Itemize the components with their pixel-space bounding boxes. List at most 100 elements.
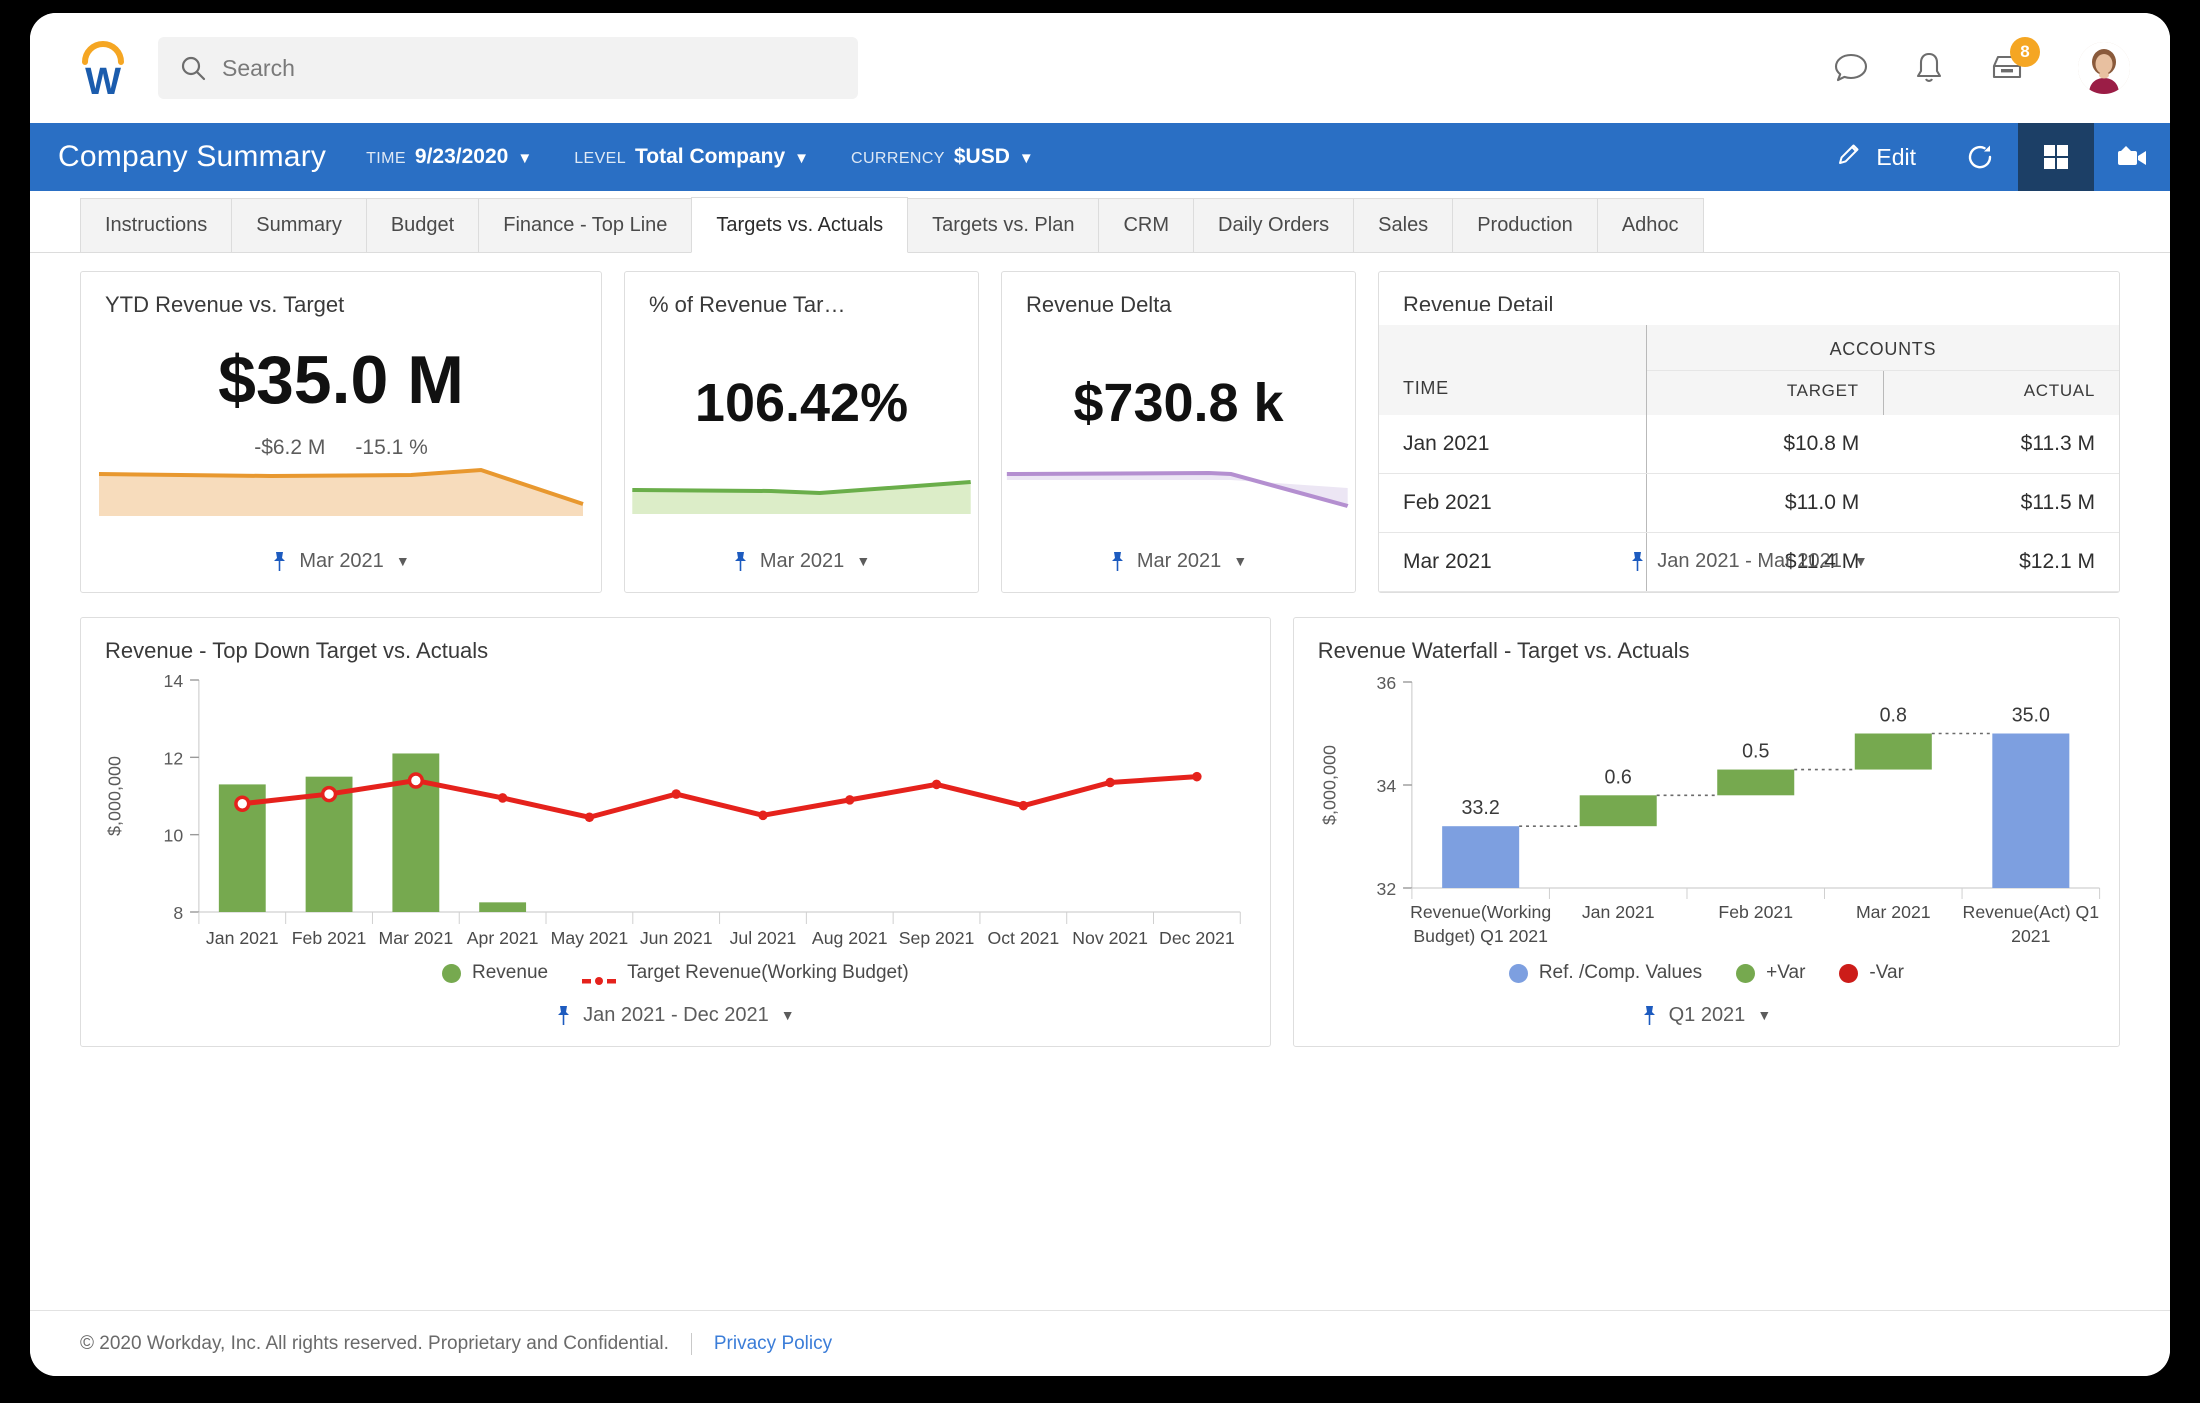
card-revenue-detail: Revenue Detail TIME ACCOUNTS TARGET ACTU… xyxy=(1378,271,2120,593)
tab-daily-orders[interactable]: Daily Orders xyxy=(1193,198,1354,252)
chart-legend-waterfall: Ref. /Comp. Values +Var -Var xyxy=(1294,962,2119,984)
card-title: % of Revenue Tar… xyxy=(625,272,978,318)
inbox-badge-count: 8 xyxy=(2010,37,2040,67)
kpi-delta-pct: -15.1 % xyxy=(355,436,427,460)
svg-text:Jul 2021: Jul 2021 xyxy=(730,928,797,948)
card-period-selector[interactable]: Mar 2021 ▼ xyxy=(625,530,978,592)
svg-text:Budget) Q1 2021: Budget) Q1 2021 xyxy=(1413,926,1548,946)
card-title: YTD Revenue vs. Target xyxy=(81,272,601,318)
legend-label: Revenue xyxy=(472,962,548,984)
svg-text:Feb 2021: Feb 2021 xyxy=(1718,902,1793,922)
legend-item-pos-var[interactable]: +Var xyxy=(1736,962,1805,984)
chevron-down-icon: ▼ xyxy=(856,553,870,569)
legend-label: Target Revenue(Working Budget) xyxy=(627,962,909,984)
svg-text:0.6: 0.6 xyxy=(1604,766,1631,788)
refresh-button[interactable] xyxy=(1942,123,2018,191)
table-row[interactable]: Jan 2021 $10.8 M $11.3 M xyxy=(1379,415,2119,474)
prompt-time-value: 9/23/2020 xyxy=(415,145,508,169)
inbox-icon[interactable]: 8 xyxy=(1988,49,2026,87)
legend-item-target-revenue[interactable]: Target Revenue(Working Budget) xyxy=(582,962,909,984)
svg-text:12: 12 xyxy=(164,748,184,768)
card-period-label: Mar 2021 xyxy=(1137,550,1222,573)
chevron-down-icon: ▼ xyxy=(1757,1007,1771,1023)
svg-text:Dec 2021: Dec 2021 xyxy=(1159,928,1235,948)
dashboard-header-bar: Company Summary TIME 9/23/2020 ▼ LEVEL T… xyxy=(30,123,2170,191)
tab-label: Adhoc xyxy=(1622,214,1679,237)
refresh-icon xyxy=(1965,142,1995,172)
tab-budget[interactable]: Budget xyxy=(366,198,479,252)
grid-icon xyxy=(2041,142,2071,172)
avatar[interactable] xyxy=(2078,42,2130,94)
card-period-selector[interactable]: Mar 2021 ▼ xyxy=(81,530,601,592)
workday-logo-icon[interactable]: W xyxy=(78,40,128,96)
card-period-label: Mar 2021 xyxy=(299,550,384,573)
table-row[interactable]: Feb 2021 $11.0 M $11.5 M xyxy=(1379,474,2119,533)
sparkline-pct-of-revenue xyxy=(625,460,978,520)
grid-view-button[interactable] xyxy=(2018,123,2094,191)
cell-time: Feb 2021 xyxy=(1379,474,1646,533)
card-period-selector[interactable]: Jan 2021 - Dec 2021 ▼ xyxy=(81,984,1270,1046)
legend-item-ref-comp[interactable]: Ref. /Comp. Values xyxy=(1509,962,1702,984)
prompt-currency-value: $USD xyxy=(954,145,1010,169)
card-revenue-waterfall: Revenue Waterfall - Target vs. Actuals 3… xyxy=(1293,617,2120,1047)
tab-crm[interactable]: CRM xyxy=(1098,198,1194,252)
topbar-icon-group: 8 xyxy=(1832,42,2130,94)
search-input[interactable] xyxy=(222,55,836,82)
tab-label: Finance - Top Line xyxy=(503,214,667,237)
prompt-currency-label: CURRENCY xyxy=(851,150,945,168)
tab-summary[interactable]: Summary xyxy=(231,198,367,252)
tab-instructions[interactable]: Instructions xyxy=(80,198,232,252)
th-target: TARGET xyxy=(1646,371,1883,416)
table-head: TIME ACCOUNTS TARGET ACTUAL xyxy=(1379,325,2119,415)
card-revenue-delta: Revenue Delta $730.8 k Mar 2021 ▼ xyxy=(1001,271,1356,593)
card-period-label: Q1 2021 xyxy=(1669,1004,1746,1027)
card-period-selector[interactable]: Jan 2021 - Mar 2021 ▼ xyxy=(1379,530,2119,592)
search-box[interactable] xyxy=(158,37,858,99)
prompt-level[interactable]: LEVEL Total Company ▼ xyxy=(574,145,809,169)
svg-text:$,000,000: $,000,000 xyxy=(1319,745,1339,825)
tab-production[interactable]: Production xyxy=(1452,198,1598,252)
tab-adhoc[interactable]: Adhoc xyxy=(1597,198,1704,252)
cell-target: $11.0 M xyxy=(1646,474,1883,533)
tab-targets-vs-actuals[interactable]: Targets vs. Actuals xyxy=(691,197,908,253)
card-period-label: Mar 2021 xyxy=(760,550,845,573)
bell-icon[interactable] xyxy=(1910,49,1948,87)
svg-text:35.0: 35.0 xyxy=(2011,704,2049,726)
tab-finance-top-line[interactable]: Finance - Top Line xyxy=(478,198,692,252)
th-accounts-group: ACCOUNTS xyxy=(1646,325,2119,371)
chart-legend-top-down: Revenue Target Revenue(Working Budget) xyxy=(81,962,1270,984)
sparkline-ytd-revenue xyxy=(81,460,601,520)
card-period-selector[interactable]: Q1 2021 ▼ xyxy=(1294,984,2119,1046)
card-period-label: Jan 2021 - Mar 2021 xyxy=(1657,550,1842,573)
cell-target: $10.8 M xyxy=(1646,415,1883,474)
tab-strip: Instructions Summary Budget Finance - To… xyxy=(30,191,2170,253)
svg-text:Mar 2021: Mar 2021 xyxy=(1856,902,1931,922)
svg-text:Jun 2021: Jun 2021 xyxy=(640,928,713,948)
card-pct-of-revenue-target: % of Revenue Tar… 106.42% Mar 2021 ▼ xyxy=(624,271,979,593)
prompt-currency[interactable]: CURRENCY $USD ▼ xyxy=(851,145,1034,169)
page-footer: © 2020 Workday, Inc. All rights reserved… xyxy=(30,1310,2170,1376)
pencil-icon xyxy=(1836,141,1862,173)
svg-text:8: 8 xyxy=(173,903,183,923)
legend-item-neg-var[interactable]: -Var xyxy=(1839,962,1903,984)
privacy-policy-link[interactable]: Privacy Policy xyxy=(714,1333,832,1355)
chart-row: Revenue - Top Down Target vs. Actuals 81… xyxy=(80,617,2120,1047)
tab-targets-vs-plan[interactable]: Targets vs. Plan xyxy=(907,198,1099,252)
chat-icon[interactable] xyxy=(1832,49,1870,87)
svg-text:May 2021: May 2021 xyxy=(551,928,629,948)
video-button[interactable] xyxy=(2094,123,2170,191)
tab-label: Summary xyxy=(256,214,342,237)
svg-text:Oct 2021: Oct 2021 xyxy=(987,928,1059,948)
prompt-time[interactable]: TIME 9/23/2020 ▼ xyxy=(366,145,532,169)
svg-text:36: 36 xyxy=(1376,673,1396,693)
tab-label: Production xyxy=(1477,214,1573,237)
edit-button[interactable]: Edit xyxy=(1810,123,1942,191)
card-period-selector[interactable]: Mar 2021 ▼ xyxy=(1002,530,1355,592)
card-title: Revenue Waterfall - Target vs. Actuals xyxy=(1294,618,2119,664)
header-actions: Edit xyxy=(1810,123,2170,191)
legend-item-revenue[interactable]: Revenue xyxy=(442,962,548,984)
dashboard-content: YTD Revenue vs. Target $35.0 M -$6.2 M -… xyxy=(30,253,2170,1310)
card-ytd-revenue-vs-target: YTD Revenue vs. Target $35.0 M -$6.2 M -… xyxy=(80,271,602,593)
tab-sales[interactable]: Sales xyxy=(1353,198,1453,252)
tab-label: Targets vs. Actuals xyxy=(716,214,883,237)
